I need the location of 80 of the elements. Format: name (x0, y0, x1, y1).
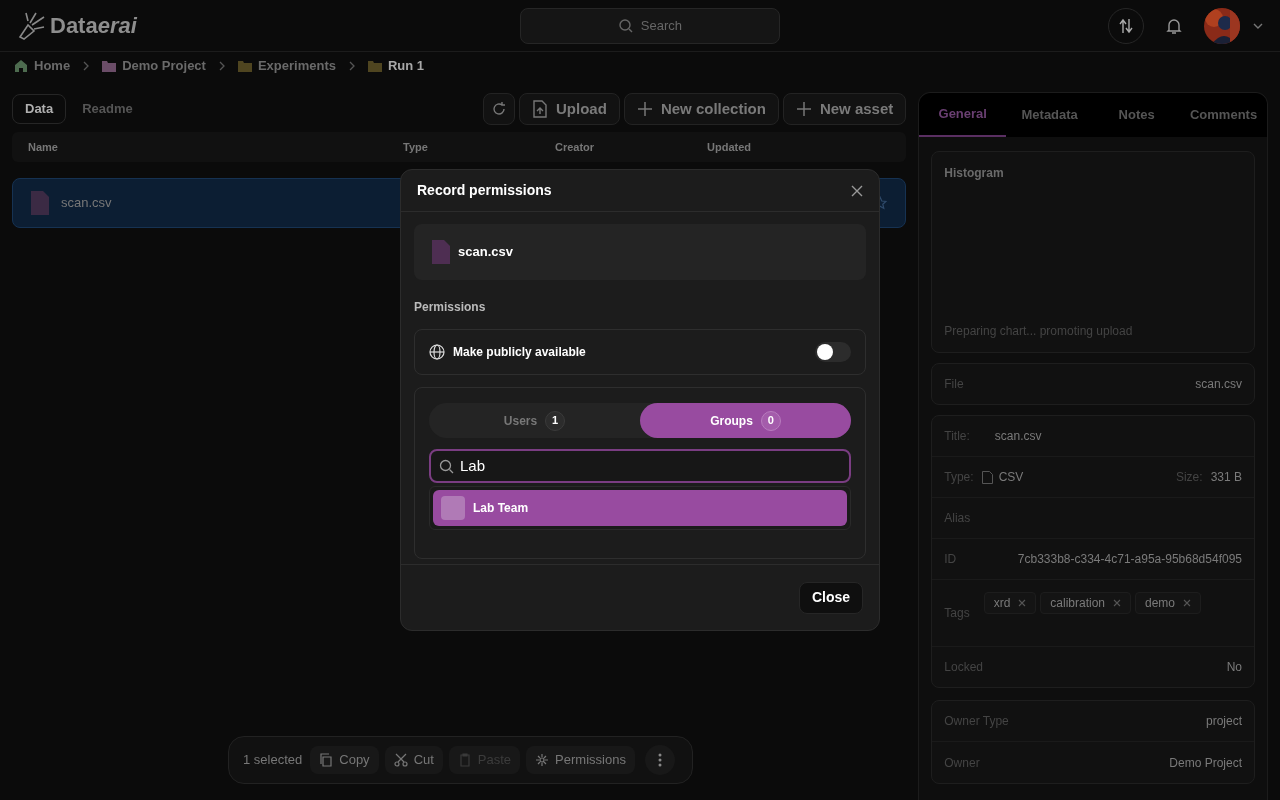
search-field[interactable]: Search (520, 7, 781, 44)
count-badge: 1 (545, 410, 566, 431)
toolbar-button[interactable]: Permissions (526, 746, 635, 774)
search-field[interactable]: Lab (429, 449, 851, 483)
action-button[interactable]: New asset (782, 93, 907, 125)
group-avatar-icon (441, 496, 465, 520)
file-name: scan.csv (61, 194, 113, 213)
tag-chip: demo (1135, 592, 1202, 614)
remove-icon[interactable] (1018, 599, 1027, 607)
action-button[interactable]: New collection (623, 93, 779, 125)
column-header: Creator (555, 140, 595, 153)
folder-icon (102, 60, 117, 72)
chevron-right-icon (348, 61, 356, 71)
search-icon (618, 18, 633, 33)
field-value: Demo Project (1169, 754, 1242, 772)
chevron-right-icon (82, 61, 91, 71)
dialog-title: Record permissions (417, 181, 552, 200)
refresh-icon (491, 101, 508, 117)
field-value: No (1226, 659, 1242, 676)
field-value: 7cb333b8-c334-4c71-a95a-95b68d54f095 (1017, 551, 1242, 568)
panel-tab[interactable]: General (919, 93, 1007, 137)
card-title: Histogram (944, 165, 1005, 182)
panel-tab[interactable]: Comments (1180, 93, 1268, 137)
scissors-icon (393, 753, 408, 767)
logo-text: Dataerai (50, 12, 137, 40)
folder-icon (368, 60, 382, 72)
column-header: Name (28, 140, 58, 153)
upload-file-icon (532, 100, 549, 118)
field-value: 331 B (1210, 470, 1242, 484)
sparkle-icon (535, 753, 550, 767)
globe-icon (429, 344, 445, 360)
refresh-button[interactable] (483, 93, 516, 125)
close-icon[interactable] (851, 184, 863, 197)
search-icon (439, 458, 454, 474)
breadcrumb-link[interactable]: Home (34, 56, 71, 76)
panel-tab[interactable]: Metadata (1006, 93, 1094, 137)
breadcrumb-link[interactable]: Demo Project (122, 56, 206, 76)
field-value: scan.csv (994, 428, 1042, 445)
tag-chip: calibration (1040, 592, 1131, 614)
chevron-right-icon (217, 61, 226, 71)
remove-icon[interactable] (1183, 599, 1192, 607)
column-header: Type (403, 140, 428, 153)
file-icon (31, 191, 49, 215)
toolbar-button[interactable]: Cut (384, 746, 443, 774)
remove-icon[interactable] (1113, 599, 1121, 607)
column-header: Updated (707, 140, 751, 153)
view-tab[interactable]: Readme (70, 94, 145, 124)
field-value: CSV (998, 469, 1024, 486)
breadcrumb-link[interactable]: Run 1 (388, 56, 425, 76)
bell-icon (1165, 16, 1183, 35)
clipboard-icon (457, 753, 472, 767)
plus-icon (636, 101, 653, 117)
tag-chip: xrd (983, 592, 1037, 614)
section-label: Permissions (414, 299, 487, 316)
close-button[interactable]: Close (798, 581, 863, 614)
breadcrumb-link[interactable]: Experiments (257, 56, 336, 76)
action-button[interactable]: Upload (519, 93, 620, 125)
toolbar-button[interactable]: Copy (310, 746, 379, 774)
file-icon (432, 240, 450, 264)
file-name: scan.csv (458, 243, 513, 262)
file-icon (981, 470, 993, 484)
view-tab[interactable]: Data (12, 94, 67, 124)
folder-icon (237, 60, 252, 72)
more-icon (657, 753, 662, 767)
field-value: scan.csv (1195, 376, 1242, 393)
more-button[interactable] (644, 745, 675, 775)
plus-icon (795, 101, 812, 117)
panel-tab[interactable]: Notes (1093, 93, 1181, 137)
count-badge: 0 (760, 410, 781, 431)
public-toggle[interactable] (815, 342, 851, 362)
home-icon (14, 59, 28, 73)
toggle-label: Make publicly available (453, 344, 587, 361)
segment-tab[interactable]: Users 1 (429, 403, 640, 438)
copy-icon (319, 753, 334, 767)
field-value: project (1205, 713, 1242, 730)
logo-icon (16, 10, 46, 41)
result-item[interactable]: Lab Team (433, 490, 847, 526)
selection-count: 1 selected (243, 751, 303, 770)
segment-tab[interactable]: Groups 0 (640, 403, 851, 438)
swap-arrows-icon (1117, 16, 1135, 35)
